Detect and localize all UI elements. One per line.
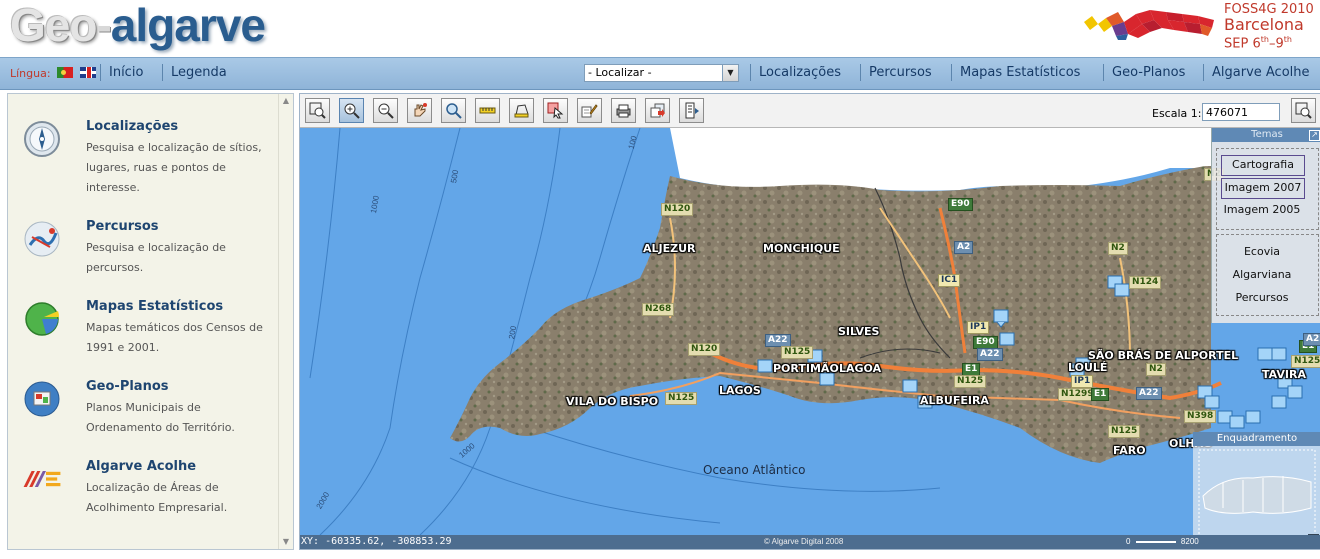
map-canvas[interactable]: 100 500 1000 200 1000 2000 ALJEZUR MONCH… <box>300 128 1320 535</box>
overview-map <box>1198 449 1316 535</box>
zoom-in-button[interactable] <box>339 98 364 123</box>
temas-title: Temas <box>1212 128 1320 142</box>
search-icon <box>446 103 462 119</box>
chevron-down-icon[interactable]: ▼ <box>722 65 738 81</box>
status-bar: XY: -60335.62, -308853.29 © Algarve Digi… <box>300 535 1320 549</box>
expand-icon[interactable]: ↗ <box>1309 130 1320 141</box>
nav-localizacoes[interactable]: Localizações <box>759 65 841 80</box>
map-label-loule: LOULÉ <box>1068 361 1108 374</box>
ae-logo-icon <box>23 471 61 487</box>
area-measure-icon <box>514 104 529 118</box>
pan-button[interactable] <box>407 98 432 123</box>
map-panel: Escala 1: 476071 100 500 1000 200 1000 2… <box>299 93 1320 550</box>
layers-settings-icon <box>685 102 699 119</box>
scroll-down-icon[interactable]: ▼ <box>279 535 293 549</box>
map-label-portimao: PORTIMÃO <box>773 362 839 375</box>
scroll-up-icon[interactable]: ▲ <box>279 94 293 108</box>
measure-area-button[interactable] <box>509 98 534 123</box>
select-pointer-icon <box>547 102 564 119</box>
tema-ecovia[interactable]: Ecovia <box>1221 243 1303 262</box>
tema-percursos[interactable]: Percursos <box>1221 289 1303 308</box>
map-label-tavira: TAVIRA <box>1262 368 1307 381</box>
foss4g-mosaic-icon <box>1084 10 1214 40</box>
copyright-text: © Algarve Digital 2008 <box>764 537 844 546</box>
localizar-select[interactable]: - Localizar - ▼ <box>584 64 739 82</box>
printer-icon <box>616 104 631 118</box>
map-toolbar: Escala 1: 476071 <box>300 94 1320 128</box>
export-button[interactable] <box>645 98 670 123</box>
scale-label: Escala 1: <box>1152 107 1202 120</box>
nav-algarve-acolhe[interactable]: Algarve Acolhe <box>1212 65 1310 80</box>
compass-icon <box>24 121 60 157</box>
print-button[interactable] <box>611 98 636 123</box>
zoom-out-icon <box>378 103 394 119</box>
nav-geo-planos[interactable]: Geo-Planos <box>1112 65 1185 80</box>
apply-scale-button[interactable] <box>1291 98 1316 123</box>
enquadramento-title: Enquadramento <box>1193 432 1320 446</box>
map-label-lagos: LAGOS <box>719 384 761 397</box>
sidebar: Localizações Pesquisa e localização de s… <box>7 93 294 550</box>
plan-globe-icon <box>24 381 60 417</box>
scale-input[interactable]: 476071 <box>1202 103 1280 121</box>
header: Geo-algarve FOSS4G 2010 Barcelona SEP 6t… <box>0 0 1320 57</box>
tema-imagem-2005[interactable]: Imagem 2005 <box>1221 201 1303 220</box>
ruler-icon <box>479 107 496 114</box>
ocean-label: Oceano Atlântico <box>703 463 806 477</box>
geo-algarve-logo[interactable]: Geo-algarve <box>10 0 266 50</box>
map-label-lagoa: LAGOA <box>839 362 882 375</box>
zoom-to-scale-icon <box>1295 102 1312 119</box>
nav-legenda[interactable]: Legenda <box>171 65 227 80</box>
zoom-out-button[interactable] <box>373 98 398 123</box>
zoom-extent-button[interactable] <box>305 98 330 123</box>
nav-mapas-estatisticos[interactable]: Mapas Estatísticos <box>960 65 1080 80</box>
tema-imagem-2007[interactable]: Imagem 2007 <box>1221 178 1305 199</box>
sidebar-scrollbar[interactable]: ▲ ▼ <box>278 94 293 549</box>
enquadramento-panel[interactable]: Enquadramento ↘ <box>1193 432 1320 535</box>
flag-uk-icon[interactable] <box>79 67 96 78</box>
settings-button[interactable] <box>679 98 704 123</box>
hand-pan-icon <box>414 103 427 117</box>
map-label-sao-bras: SÃO BRÁS DE ALPORTEL <box>1088 349 1239 362</box>
coordinates-readout: XY: -60335.62, -308853.29 <box>301 536 452 547</box>
foss4g-banner[interactable]: FOSS4G 2010 Barcelona SEP 6th–9th <box>1080 2 1315 54</box>
map-label-aljezur: ALJEZUR <box>643 242 696 255</box>
edit-button[interactable] <box>577 98 602 123</box>
export-icon <box>650 103 665 118</box>
tema-algarviana[interactable]: Algarviana <box>1221 266 1303 285</box>
zoom-in-icon <box>344 103 360 119</box>
route-icon <box>24 221 60 257</box>
scale-bar: 0 8200 <box>1126 537 1199 546</box>
select-button[interactable] <box>543 98 568 123</box>
nav-inicio[interactable]: Início <box>109 65 143 80</box>
nav-percursos[interactable]: Percursos <box>869 65 932 80</box>
flag-portugal-icon[interactable] <box>57 67 74 78</box>
map-label-silves: SILVES <box>838 325 880 338</box>
measure-distance-button[interactable] <box>475 98 500 123</box>
map-label-albufeira: ALBUFEIRA <box>920 394 989 407</box>
pencil-icon <box>581 104 598 118</box>
map-image <box>300 128 1320 535</box>
zoom-extent-icon <box>309 102 326 119</box>
map-label-faro: FARO <box>1113 444 1146 457</box>
identify-button[interactable] <box>441 98 466 123</box>
temas-panel: Temas ↗ Cartografia Imagem 2007 Imagem 2… <box>1211 128 1320 323</box>
language-selector: Língua: <box>10 67 96 80</box>
map-label-vila-do-bispo: VILA DO BISPO <box>566 395 659 408</box>
tema-cartografia[interactable]: Cartografia <box>1221 155 1305 176</box>
pie-chart-icon <box>25 302 60 336</box>
map-label-monchique: MONCHIQUE <box>763 242 840 255</box>
